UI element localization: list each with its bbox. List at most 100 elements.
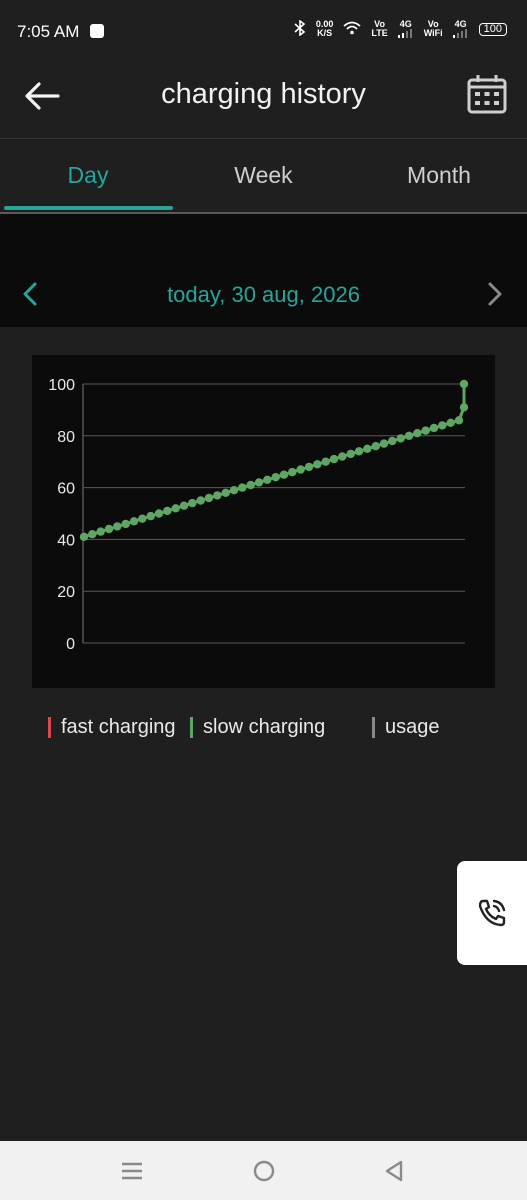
data-point xyxy=(429,423,439,433)
chart-canvas: 100 80 60 40 20 0 xyxy=(48,377,469,653)
legend-label-usage: usage xyxy=(385,716,440,738)
data-point xyxy=(96,527,105,536)
data-point xyxy=(179,501,189,510)
tab-indicator xyxy=(4,206,173,210)
data-point xyxy=(129,517,139,526)
sim2-gen: 4G xyxy=(454,19,467,29)
battery-icon: 100 xyxy=(478,22,507,36)
legend-label-slow: slow charging xyxy=(203,716,326,738)
circle-icon xyxy=(253,1160,275,1182)
status-time: 7:05 AM xyxy=(17,22,80,41)
data-point xyxy=(354,447,364,456)
data-point xyxy=(363,444,372,453)
y-tick-label: 100 xyxy=(48,377,75,394)
phone-call-icon xyxy=(478,899,506,927)
date-label: today, 30 aug, 2026 xyxy=(167,282,360,307)
data-point xyxy=(446,418,455,427)
tab-month[interactable]: Month xyxy=(351,139,527,212)
data-point xyxy=(138,514,147,523)
data-point xyxy=(396,434,405,443)
sim1-signal: 4G xyxy=(397,19,414,38)
data-point xyxy=(263,475,272,484)
data-point xyxy=(304,462,314,472)
data-point xyxy=(296,465,305,474)
calendar-button[interactable] xyxy=(467,74,507,116)
data-point xyxy=(321,457,330,466)
net-speed: 0.00 K/S xyxy=(316,20,334,38)
system-back-button[interactable] xyxy=(374,1153,414,1189)
data-point xyxy=(113,522,122,531)
triangle-back-icon xyxy=(385,1160,403,1182)
data-point xyxy=(346,449,355,459)
volte-indicator: Vo LTE xyxy=(371,20,387,38)
legend-label-fast: fast charging xyxy=(61,716,176,738)
menu-icon xyxy=(122,1162,142,1180)
chevron-right-icon xyxy=(488,282,502,306)
data-point xyxy=(121,519,130,529)
data-point xyxy=(154,509,164,518)
data-point xyxy=(229,486,239,495)
data-point xyxy=(313,460,322,469)
y-tick-label: 80 xyxy=(57,429,75,446)
data-point xyxy=(459,379,469,389)
system-nav-bar xyxy=(0,1141,527,1200)
data-point xyxy=(79,532,89,541)
y-tick-label: 60 xyxy=(57,481,75,498)
tab-day[interactable]: Day xyxy=(0,139,176,212)
data-point xyxy=(163,506,172,516)
notification-icon xyxy=(90,24,104,38)
data-point xyxy=(146,511,155,521)
data-point xyxy=(204,493,214,503)
data-point xyxy=(221,488,230,497)
sim1-gen: 4G xyxy=(399,19,412,29)
data-point xyxy=(188,498,197,508)
y-tick-label: 20 xyxy=(57,584,75,601)
data-point xyxy=(254,478,264,487)
data-point xyxy=(104,524,114,534)
legend-item-usage: usage xyxy=(372,716,440,739)
net-speed-unit: K/S xyxy=(317,28,333,38)
data-point xyxy=(238,483,247,492)
status-bar: 7:05 AM 0.00 K/S Vo LTE 4G Vo WiFi 4G 10… xyxy=(0,0,527,64)
data-point xyxy=(338,452,347,461)
data-point xyxy=(388,436,397,446)
calendar-icon xyxy=(467,75,507,114)
call-support-button[interactable] xyxy=(457,861,527,965)
data-point xyxy=(329,454,339,464)
data-point xyxy=(413,429,422,438)
series-line xyxy=(83,384,466,539)
data-point xyxy=(379,439,389,448)
data-point xyxy=(288,467,297,477)
volte-bottom: LTE xyxy=(371,28,388,38)
legend-item-slow: slow charging xyxy=(190,716,325,739)
data-point xyxy=(404,431,414,440)
date-navigator: today, 30 aug, 2026 xyxy=(0,214,527,327)
tab-week[interactable]: Week xyxy=(176,139,351,212)
signal-icon xyxy=(397,29,412,38)
app-header: charging history xyxy=(0,64,527,139)
charging-chart: 100 80 60 40 20 0 xyxy=(32,355,495,688)
data-point xyxy=(213,491,222,500)
data-point xyxy=(459,403,469,412)
legend-swatch-fast xyxy=(48,717,51,738)
home-button[interactable] xyxy=(244,1153,284,1189)
y-tick-label: 40 xyxy=(57,532,75,549)
legend-swatch-usage xyxy=(372,717,375,738)
data-point xyxy=(171,504,180,513)
page-title: charging history xyxy=(161,78,366,110)
vowifi-indicator: Vo WiFi xyxy=(424,20,443,38)
status-icons: 0.00 K/S Vo LTE 4G Vo WiFi 4G 100 xyxy=(294,19,507,38)
data-point xyxy=(271,473,280,482)
legend-item-fast: fast charging xyxy=(48,716,176,739)
data-point xyxy=(454,416,464,425)
wifi-icon xyxy=(343,21,361,37)
next-day-button[interactable] xyxy=(479,276,509,312)
recent-apps-button[interactable] xyxy=(112,1153,152,1189)
data-point xyxy=(196,496,205,505)
data-point xyxy=(438,421,447,430)
data-point xyxy=(88,530,97,539)
data-point xyxy=(371,442,380,451)
y-tick-label: 0 xyxy=(66,636,75,653)
bluetooth-icon xyxy=(294,19,306,38)
signal-icon xyxy=(452,29,467,38)
